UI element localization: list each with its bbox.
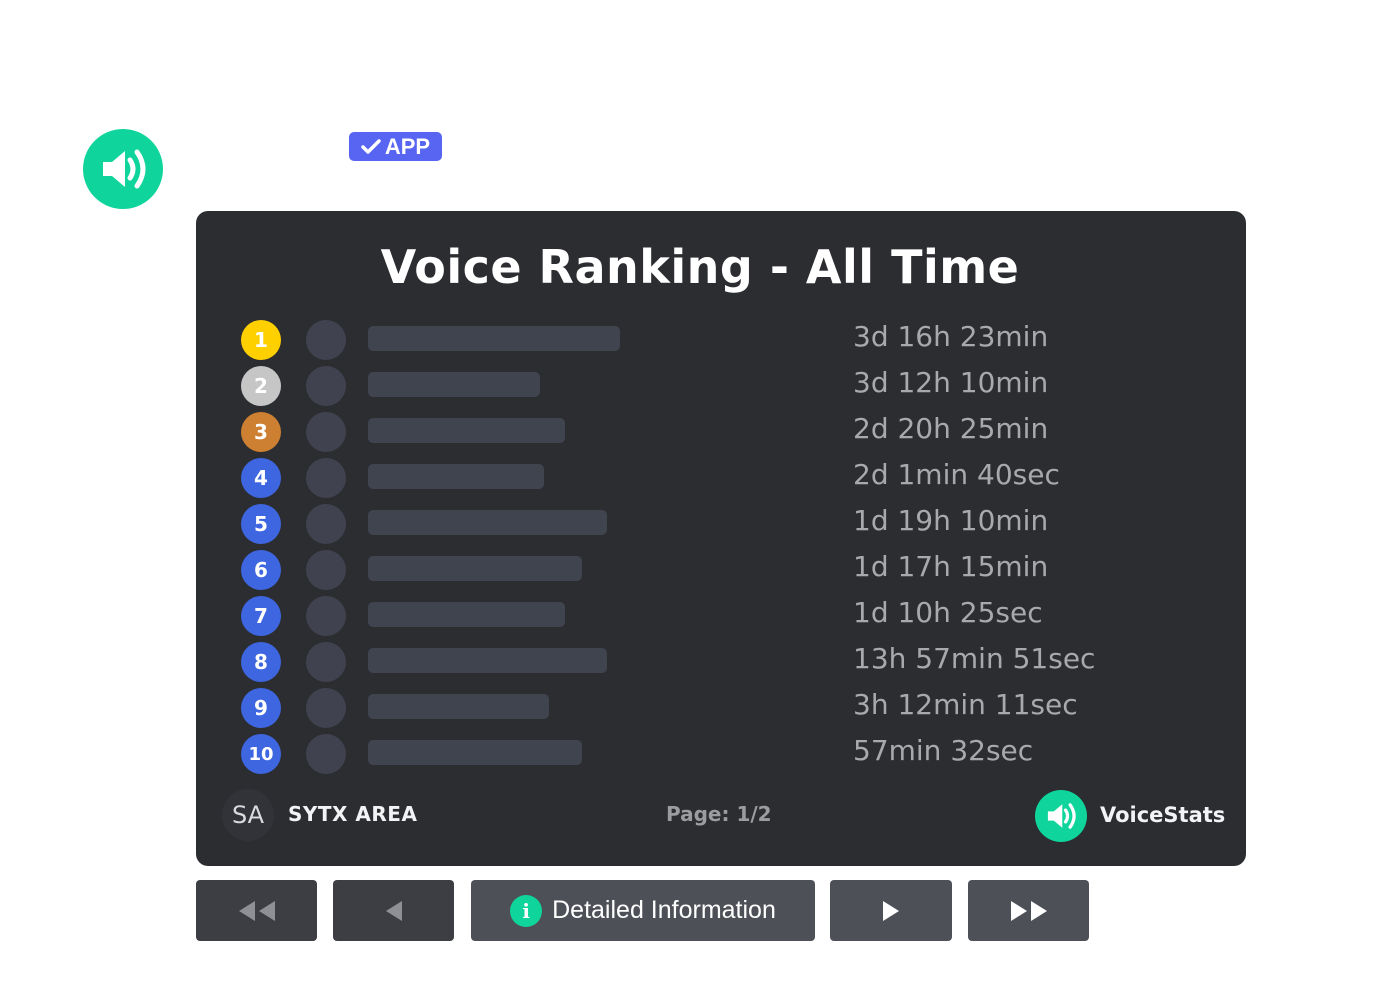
- ranking-row: 5 1d 19h 10min: [0, 504, 1400, 544]
- redacted-username: [368, 648, 607, 673]
- rank-badge: 1: [241, 320, 281, 360]
- voice-time: 3h 12min 11sec: [853, 688, 1078, 721]
- voice-time: 57min 32sec: [853, 734, 1034, 767]
- rank-badge: 6: [241, 550, 281, 590]
- redacted-username: [368, 556, 582, 581]
- rank-badge: 2: [241, 366, 281, 406]
- user-avatar: [306, 734, 346, 774]
- rank-badge: 3: [241, 412, 281, 452]
- guild-name: SYTX AREA: [288, 802, 418, 826]
- redacted-username: [368, 418, 565, 443]
- info-icon: i: [510, 894, 543, 927]
- ranking-row: 7 1d 10h 25sec: [0, 596, 1400, 636]
- redacted-username: [368, 740, 582, 765]
- redacted-username: [368, 326, 620, 351]
- embed-title: Voice Ranking - All Time: [380, 240, 1020, 294]
- ranking-row: 8 13h 57min 51sec: [0, 642, 1400, 682]
- speaker-icon: [103, 149, 146, 189]
- double-left-icon: [238, 900, 275, 921]
- app-badge-label: APP: [384, 133, 431, 159]
- ranking-row: 9 3h 12min 11sec: [0, 688, 1400, 728]
- voice-time: 1d 19h 10min: [853, 504, 1049, 537]
- redacted-username: [368, 372, 540, 397]
- user-avatar: [306, 458, 346, 498]
- user-avatar: [306, 688, 346, 728]
- next-page-button[interactable]: [830, 880, 952, 941]
- voice-time: 1d 10h 25sec: [853, 596, 1043, 629]
- ranking-row: 10 57min 32sec: [0, 734, 1400, 774]
- rank-badge: 4: [241, 458, 281, 498]
- previous-page-button[interactable]: [333, 880, 454, 941]
- left-icon: [385, 900, 402, 921]
- page-indicator: Page: 1/2: [666, 802, 772, 826]
- brand-name: VoiceStats: [1100, 803, 1226, 827]
- double-right-icon: [1010, 900, 1047, 921]
- app-badge: APP: [349, 132, 442, 161]
- right-icon: [883, 900, 899, 921]
- redacted-username: [368, 510, 607, 535]
- checkmark-icon: [361, 138, 381, 154]
- rank-badge: 9: [241, 688, 281, 728]
- bot-avatar[interactable]: [83, 129, 163, 209]
- voice-time: 1d 17h 15min: [853, 550, 1049, 583]
- redacted-username: [368, 694, 549, 719]
- user-avatar: [306, 320, 346, 360]
- brand-logo: [1035, 790, 1087, 842]
- voice-time: 2d 20h 25min: [853, 412, 1049, 445]
- guild-icon: SA: [222, 789, 274, 841]
- voice-time: 13h 57min 51sec: [853, 642, 1096, 675]
- voice-time: 2d 1min 40sec: [853, 458, 1060, 491]
- redacted-username: [368, 464, 544, 489]
- rank-badge: 10: [241, 734, 281, 774]
- speaker-icon: [1047, 803, 1076, 829]
- ranking-row: 3 2d 20h 25min: [0, 412, 1400, 452]
- user-avatar: [306, 412, 346, 452]
- detailed-information-label: Detailed Information: [552, 896, 776, 924]
- user-avatar: [306, 550, 346, 590]
- user-avatar: [306, 504, 346, 544]
- user-avatar: [306, 642, 346, 682]
- first-page-button[interactable]: [196, 880, 317, 941]
- ranking-row: 2 3d 12h 10min: [0, 366, 1400, 406]
- rank-badge: 8: [241, 642, 281, 682]
- user-avatar: [306, 596, 346, 636]
- last-page-button[interactable]: [968, 880, 1089, 941]
- ranking-row: 1 3d 16h 23min: [0, 320, 1400, 360]
- rank-badge: 5: [241, 504, 281, 544]
- voice-time: 3d 16h 23min: [853, 320, 1049, 353]
- ranking-row: 4 2d 1min 40sec: [0, 458, 1400, 498]
- voice-time: 3d 12h 10min: [853, 366, 1049, 399]
- detailed-information-button[interactable]: i Detailed Information: [471, 880, 815, 941]
- rank-badge: 7: [241, 596, 281, 636]
- ranking-row: 6 1d 17h 15min: [0, 550, 1400, 590]
- redacted-username: [368, 602, 565, 627]
- user-avatar: [306, 366, 346, 406]
